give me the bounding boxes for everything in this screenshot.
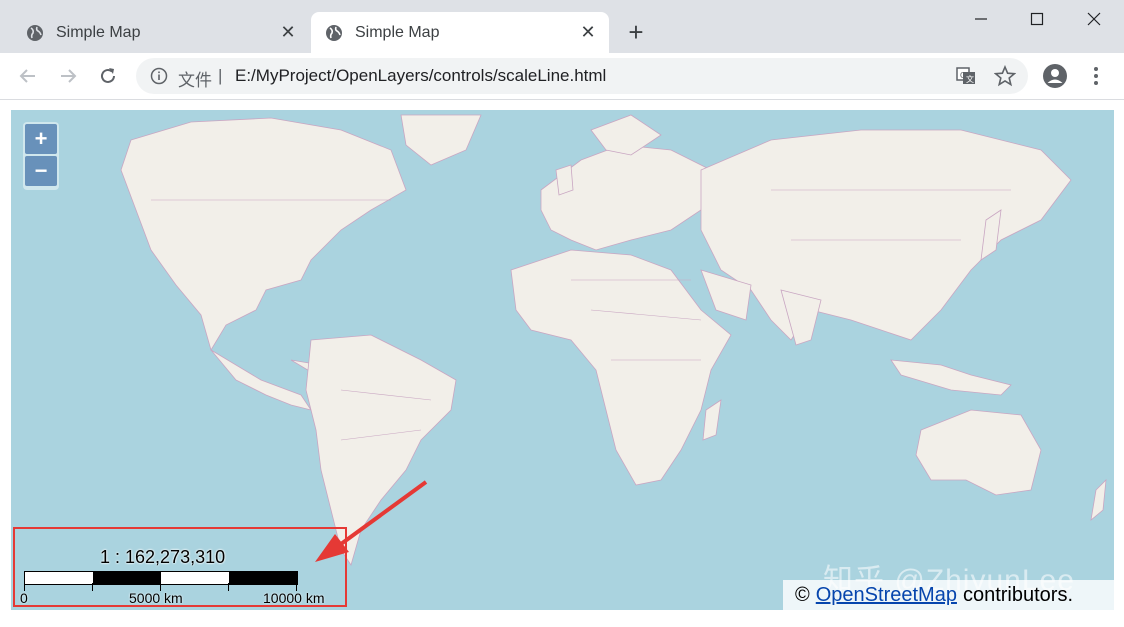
annotation-arrow-icon <box>315 480 428 562</box>
url-text[interactable]: E:/MyProject/OpenLayers/controls/scaleLi… <box>235 66 606 86</box>
arrow-right-icon[interactable] <box>52 60 84 92</box>
scale-segment <box>161 572 229 584</box>
scale-label-zero: 0 <box>20 590 28 606</box>
maximize-icon[interactable] <box>1009 0 1065 38</box>
arrow-left-icon[interactable] <box>12 60 44 92</box>
zoom-control: + − <box>23 122 59 190</box>
browser-toolbar: 文件 | E:/MyProject/OpenLayers/controls/sc… <box>0 53 1124 100</box>
translate-icon[interactable]: G文 <box>956 66 976 86</box>
separator: | <box>218 66 223 85</box>
globe-icon <box>27 24 43 41</box>
scale-line-highlight: 1 : 162,273,310 0 5000 km 10000 km <box>13 527 347 607</box>
scale-segment <box>229 572 297 584</box>
scale-label-end: 10000 km <box>263 590 325 606</box>
attribution-suffix: contributors. <box>962 583 1074 606</box>
scale-tick <box>228 583 229 591</box>
tab-simple-map-2[interactable]: Simple Map ✕ <box>311 12 609 53</box>
scale-bar <box>24 571 298 585</box>
star-icon[interactable] <box>994 65 1016 87</box>
reload-icon[interactable] <box>92 60 124 92</box>
globe-icon <box>326 24 342 41</box>
tab-strip: Simple Map ✕ Simple Map ✕ + <box>0 0 1124 53</box>
openstreetmap-link[interactable]: OpenStreetMap <box>816 584 957 607</box>
scale-label-mid: 5000 km <box>129 590 183 606</box>
scale-tick <box>92 583 93 591</box>
tab-title: Simple Map <box>56 23 141 41</box>
scale-segment <box>93 572 161 584</box>
scale-ratio-text: 1 : 162,273,310 <box>100 547 226 567</box>
minimize-icon[interactable] <box>953 0 1009 38</box>
zoom-out-button[interactable]: − <box>25 156 57 186</box>
address-bar[interactable]: 文件 | E:/MyProject/OpenLayers/controls/sc… <box>136 58 1028 94</box>
zoom-in-button[interactable]: + <box>25 124 57 154</box>
info-icon[interactable] <box>150 67 168 85</box>
scale-segment <box>25 572 93 584</box>
close-window-icon[interactable] <box>1066 0 1122 38</box>
close-tab-icon[interactable]: ✕ <box>575 20 601 46</box>
more-vertical-icon[interactable] <box>1088 64 1104 88</box>
tab-simple-map-1[interactable]: Simple Map ✕ <box>12 12 309 53</box>
tab-title: Simple Map <box>355 23 440 41</box>
close-tab-icon[interactable]: ✕ <box>275 20 301 46</box>
copyright-symbol: © <box>795 583 810 606</box>
svg-text:文: 文 <box>966 74 974 84</box>
map-attribution: © OpenStreetMap contributors. <box>783 580 1114 610</box>
map-viewport[interactable]: + − 1 : 162,273,310 0 5000 km 10000 km 知… <box>11 110 1114 610</box>
file-scheme-label: 文件 <box>178 71 212 90</box>
new-tab-plus-icon[interactable]: + <box>622 17 650 47</box>
account-icon[interactable] <box>1043 64 1067 88</box>
